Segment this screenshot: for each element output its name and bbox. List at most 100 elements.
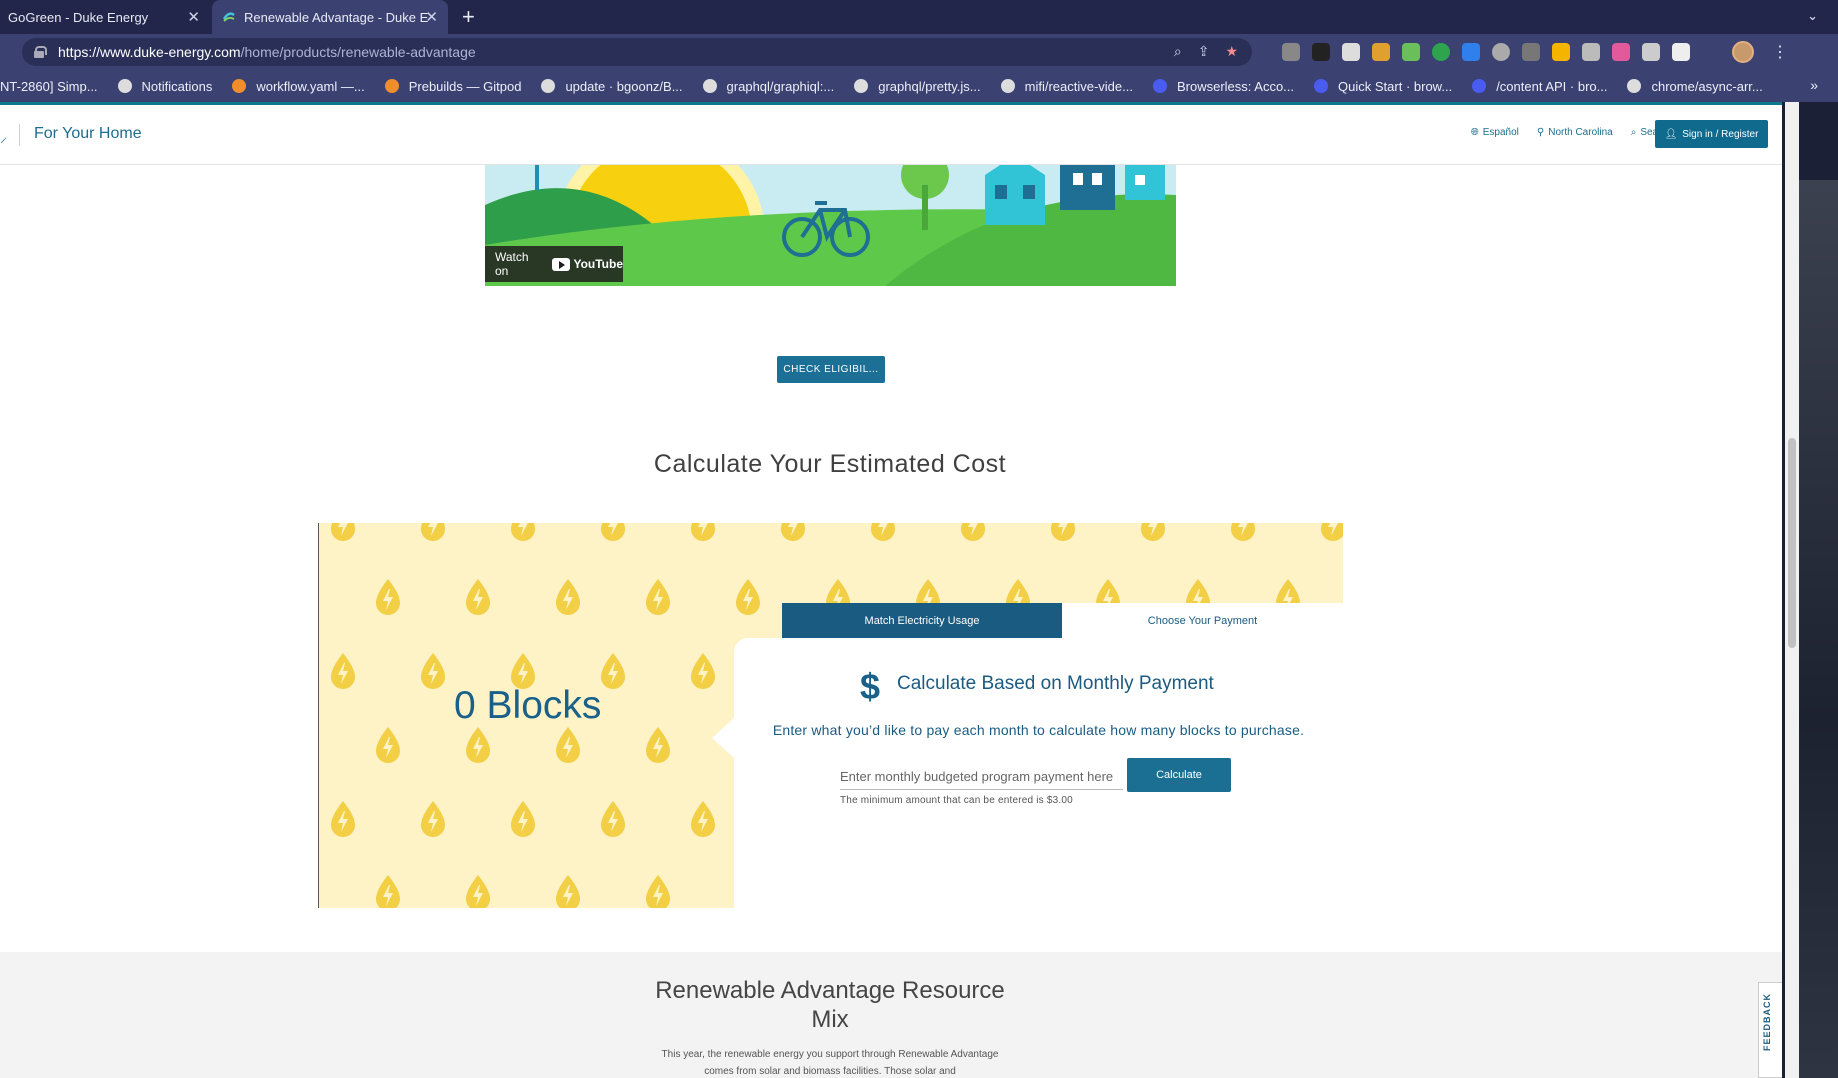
puzzle-extensions-icon[interactable]	[1642, 43, 1660, 61]
sidepanel-icon[interactable]	[1672, 43, 1690, 61]
lightning-bolt-icon	[466, 875, 490, 908]
lightning-bolt-icon	[511, 801, 535, 837]
bookmark-label: chrome/async-arr...	[1651, 78, 1763, 94]
section-title[interactable]: For Your Home	[34, 125, 142, 143]
bookmark-label: Quick Start · brow...	[1338, 78, 1453, 94]
bookmark-item[interactable]: graphql/pretty.js...	[854, 79, 981, 94]
lightning-bolt-icon	[646, 579, 670, 615]
lightning-bolt-icon	[871, 523, 895, 541]
bookmark-item[interactable]: /content API · bro...	[1472, 79, 1607, 94]
url-host: https://www.duke-energy.com	[58, 44, 241, 60]
lightning-bolt-icon	[781, 523, 805, 541]
bookmark-item[interactable]: update · bgoonz/B...	[541, 79, 683, 94]
gitpod-icon	[384, 79, 399, 93]
lightning-bolt-icon	[691, 523, 715, 541]
address-bar[interactable]: https://www.duke-energy.com/home/product…	[22, 38, 1252, 66]
bookmark-item[interactable]: chrome/async-arr...	[1627, 78, 1763, 94]
bookmark-item[interactable]: mifi/reactive-vide...	[1000, 79, 1133, 94]
bookmark-label: /content API · bro...	[1496, 78, 1608, 94]
video-embed[interactable]: Watch on YouTube	[485, 165, 1176, 286]
location-label: North Carolina	[1548, 127, 1613, 138]
lightning-bolt-icon	[376, 875, 400, 908]
github-icon	[117, 79, 132, 93]
more-bookmarks-icon[interactable]: »	[1810, 77, 1818, 93]
dollar-extension-icon[interactable]	[1432, 43, 1450, 61]
folder-extension-icon[interactable]	[1552, 43, 1570, 61]
zoom-icon[interactable]: ⌕	[1174, 43, 1182, 60]
resource-mix-title: Renewable Advantage Resource Mix	[655, 977, 1005, 1033]
download-extension-icon[interactable]	[1462, 43, 1480, 61]
location-link[interactable]: ⚲ North Carolina	[1537, 127, 1613, 138]
github-icon	[854, 79, 869, 93]
github-icon	[702, 79, 717, 93]
bookmark-item[interactable]: workflow.yaml —...	[232, 79, 365, 94]
tab-gogreen[interactable]: GoGreen - Duke Energy ✕	[0, 0, 210, 34]
lightning-bolt-icon	[601, 653, 625, 689]
monthly-payment-input[interactable]	[840, 764, 1123, 790]
lightning-bolt-icon	[961, 523, 985, 541]
minimum-amount-note: The minimum amount that can be entered i…	[840, 795, 1073, 806]
tab-choose-your-payment[interactable]: Choose Your Payment	[1062, 603, 1343, 638]
lightning-bolt-icon	[331, 801, 355, 837]
bookmark-item[interactable]: Quick Start · brow...	[1314, 79, 1452, 94]
github-icon	[1000, 79, 1015, 93]
bookmark-item[interactable]: Browserless: Acco...	[1152, 78, 1295, 94]
lightning-bolt-icon	[1231, 523, 1255, 541]
share-icon[interactable]: ⇪	[1198, 43, 1210, 60]
bookmark-label: Browserless: Acco...	[1176, 78, 1295, 94]
feedback-label: FEEDBACK	[1762, 992, 1772, 1051]
bookmark-item[interactable]: Prebuilds — Gitpod	[384, 79, 521, 94]
page-viewport: ⸝ For Your Home 🌐︎ Español ⚲ North Carolin…	[0, 102, 1782, 1078]
header-accent-line	[0, 102, 1782, 105]
lightning-bolt-icon	[691, 801, 715, 837]
check-eligibility-button[interactable]: CHECK ELIGIBIL...	[777, 356, 885, 383]
lightning-bolt-icon	[421, 653, 445, 689]
site-header: ⸝ For Your Home 🌐︎ Español ⚲ North Carolin…	[0, 102, 1782, 165]
feedback-tab[interactable]: FEEDBACK	[1758, 982, 1782, 1078]
scrollbar-thumb[interactable]	[1788, 438, 1796, 648]
close-tab-icon[interactable]: ✕	[187, 8, 200, 26]
bookmark-star-icon[interactable]: ★	[1225, 43, 1238, 60]
bookmark-label: graphql/graphiql:...	[726, 78, 835, 94]
calendar-extension-icon[interactable]	[1582, 43, 1600, 61]
browserless-icon	[1472, 79, 1487, 93]
grid-extension-icon[interactable]	[1522, 43, 1540, 61]
lightning-bolt-icon	[646, 727, 670, 763]
calculate-button[interactable]: Calculate	[1127, 758, 1231, 792]
profile-avatar[interactable]	[1732, 41, 1754, 63]
sign-in-button[interactable]: 👤︎ Sign in / Register	[1655, 120, 1768, 148]
gear-extension-icon[interactable]	[1492, 43, 1510, 61]
palette-extension-icon[interactable]	[1612, 43, 1630, 61]
browser-menu-icon[interactable]: ⋮	[1772, 42, 1788, 62]
github-icon	[541, 79, 556, 93]
watch-on-label: Watch on	[495, 250, 529, 278]
graph-extension-icon[interactable]	[1402, 43, 1420, 61]
header-divider	[19, 124, 20, 146]
tab-renewable-advantage[interactable]: Renewable Advantage - Duke E ✕	[212, 0, 448, 34]
calculator-tabs: Match Electricity Usage Choose Your Paym…	[782, 603, 1343, 638]
lightning-bolt-icon	[556, 579, 580, 615]
lightning-bolt-icon	[1321, 523, 1343, 541]
bookmark-item[interactable]: Notifications	[117, 78, 213, 94]
bookmark-item[interactable]: NT-2860] Simp...	[0, 79, 98, 94]
youtube-logo: YouTube	[552, 257, 623, 271]
page-scrollbar[interactable]	[1785, 102, 1799, 1078]
duke-logo-icon[interactable]: ⸝	[0, 128, 7, 147]
panel-title: Calculate Based on Monthly Payment	[897, 673, 1214, 694]
close-tab-icon[interactable]: ✕	[425, 8, 438, 26]
language-label: Español	[1482, 127, 1519, 138]
camera-extension-icon[interactable]	[1282, 43, 1300, 61]
watch-on-youtube-button[interactable]: Watch on YouTube	[485, 246, 623, 282]
language-link[interactable]: 🌐︎ Español	[1471, 127, 1519, 138]
markdown-extension-icon[interactable]	[1312, 43, 1330, 61]
bookmark-item[interactable]: graphql/graphiql:...	[702, 78, 835, 94]
notion-extension-icon[interactable]	[1342, 43, 1360, 61]
new-tab-icon[interactable]: +	[462, 4, 475, 30]
calculator-title: Calculate Your Estimated Cost	[653, 450, 1007, 478]
bookmark-label: Notifications	[141, 78, 213, 94]
brush-extension-icon[interactable]	[1372, 43, 1390, 61]
tab-match-electricity-usage[interactable]: Match Electricity Usage	[782, 603, 1062, 638]
resource-mix-text: This year, the renewable energy you supp…	[661, 1049, 999, 1077]
chevron-down-icon[interactable]: ⌄	[1807, 8, 1818, 24]
address-toolbar: https://www.duke-energy.com/home/product…	[0, 34, 1838, 70]
